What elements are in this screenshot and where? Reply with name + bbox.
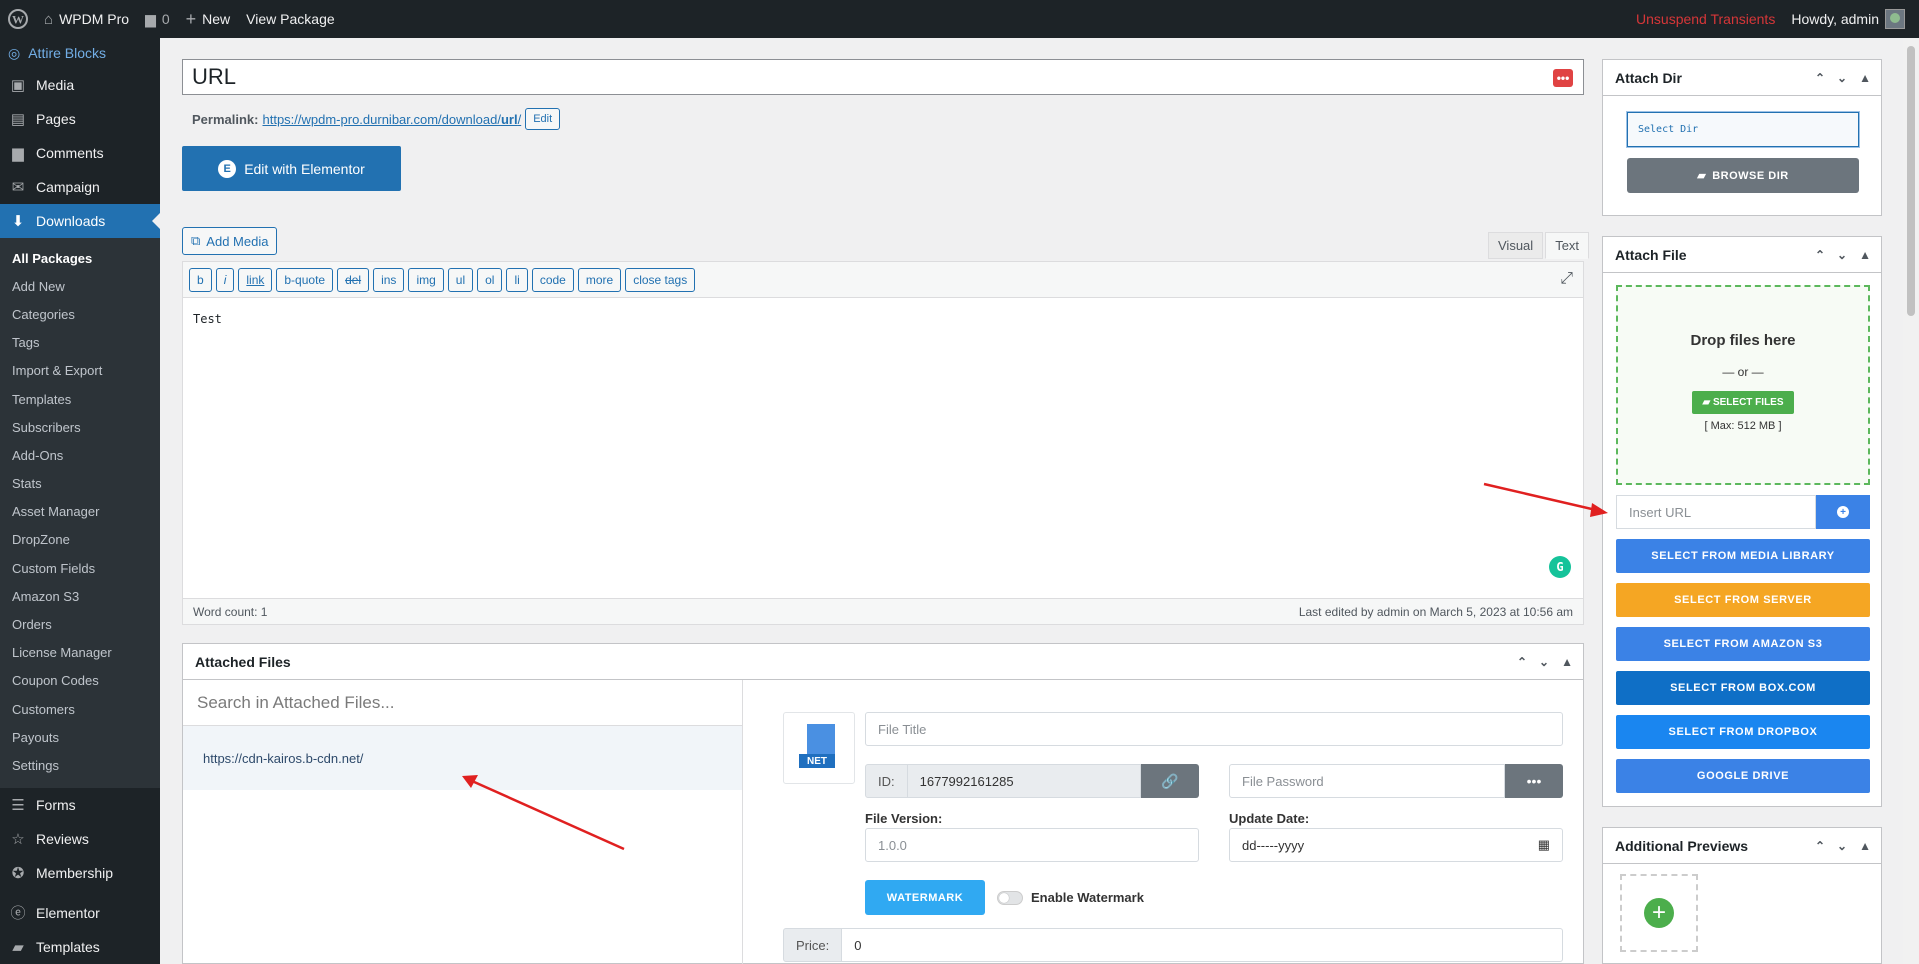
scrollbar-thumb[interactable] bbox=[1907, 46, 1915, 316]
arrow-to-attached-file bbox=[462, 775, 625, 851]
page-scrollbar[interactable] bbox=[1903, 38, 1919, 964]
annotation-arrows bbox=[462, 482, 1608, 851]
arrow-to-insert-url bbox=[1483, 482, 1608, 517]
